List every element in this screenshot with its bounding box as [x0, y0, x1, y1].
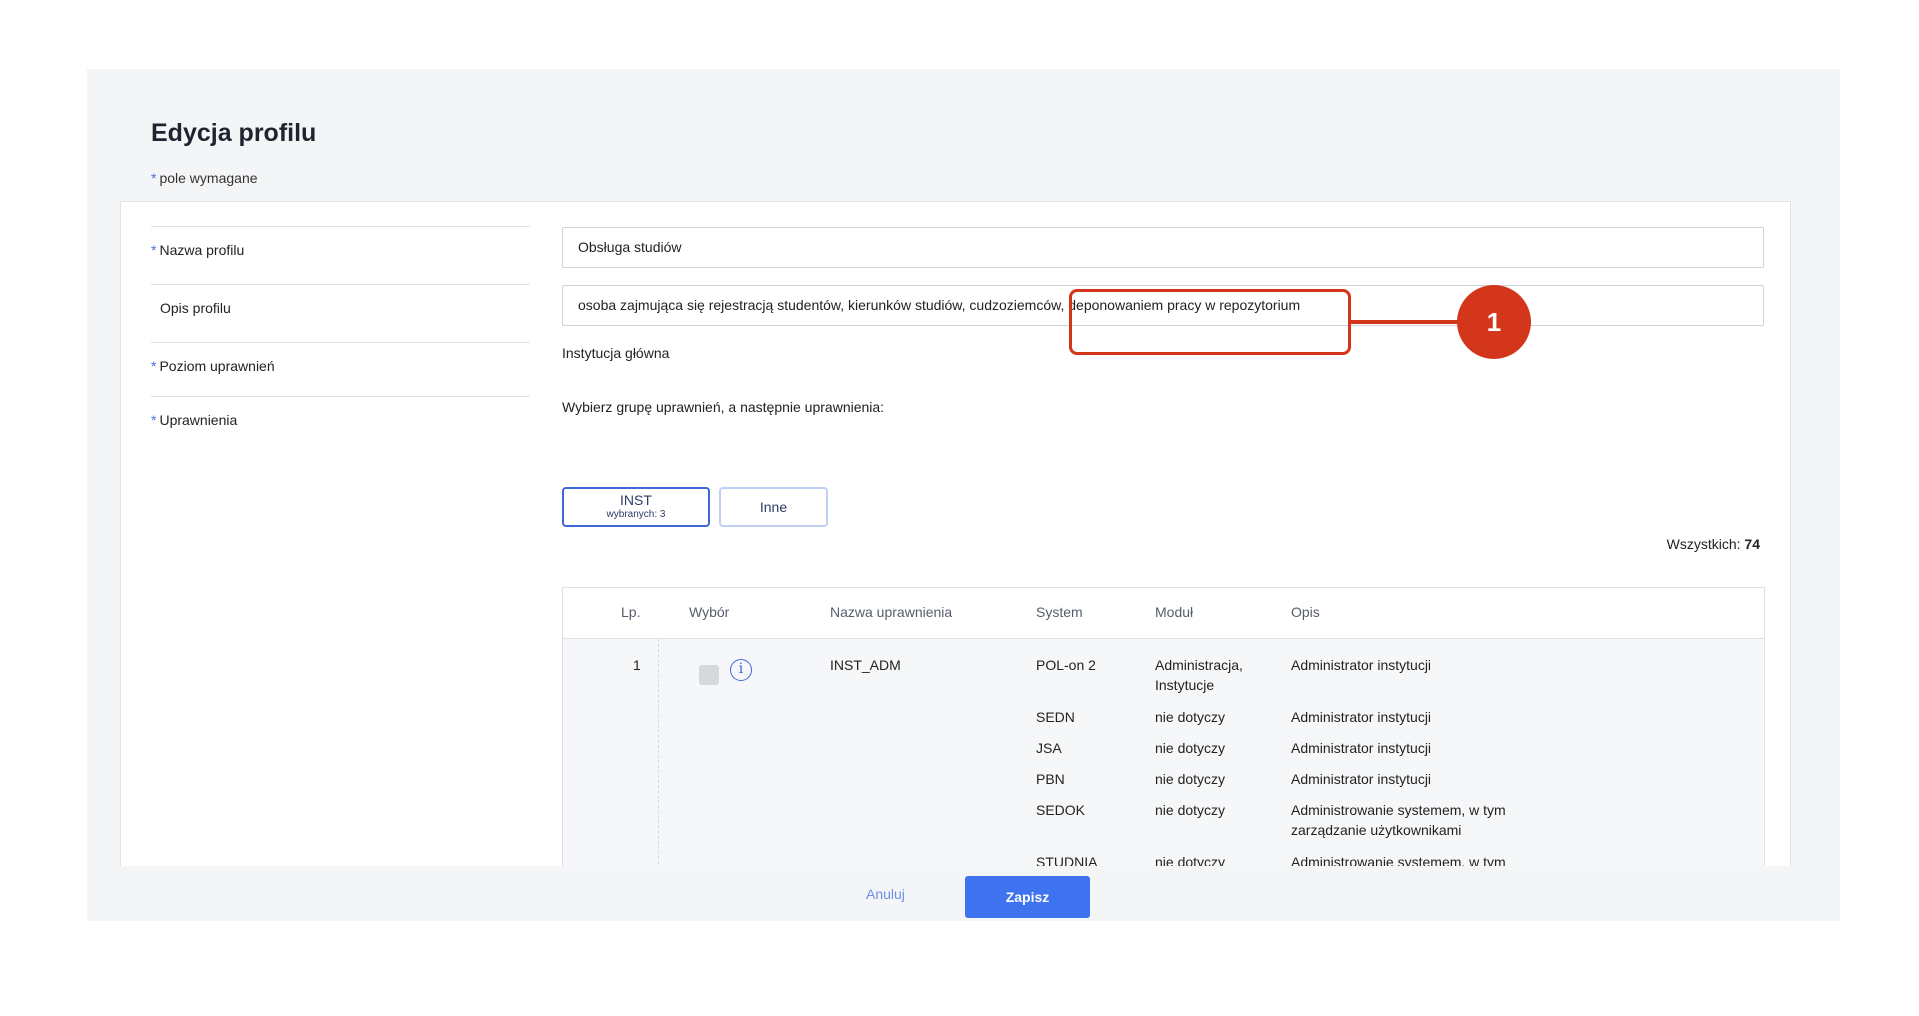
save-button[interactable]: Zapisz — [965, 876, 1090, 918]
info-icon[interactable]: i — [730, 659, 752, 681]
col-description: Opis — [1291, 604, 1320, 620]
permission-level-label: Poziom uprawnień — [159, 358, 275, 374]
col-permission-name: Nazwa uprawnienia — [830, 604, 953, 620]
permission-level-value: Instytucja główna — [562, 345, 670, 361]
row-system: PBN — [1036, 771, 1065, 787]
group-inst-selected-count: wybranych: 3 — [606, 509, 666, 520]
col-module: Moduł — [1155, 604, 1194, 620]
row-description: Administrowanie systemem, w tym zarządza… — [1291, 802, 1506, 838]
required-marker: * — [151, 358, 157, 374]
row-description: Administrowanie systemem, w tym — [1291, 854, 1506, 866]
row-description: Administrator instytucji — [1291, 771, 1432, 787]
row-module: nie dotyczy — [1155, 709, 1226, 725]
table-row: 1 i INST_ADM POL-on 2 Administracja, Ins… — [563, 639, 1764, 866]
profile-name-label-row: * Nazwa profilu — [151, 226, 530, 284]
total-label: Wszystkich: — [1666, 536, 1741, 552]
permissions-table: Lp. Wybór Nazwa uprawnienia System Moduł… — [562, 587, 1765, 866]
group-inst-label: INST — [620, 492, 652, 508]
row-select-checkbox[interactable] — [699, 665, 719, 685]
total-count: Wszystkich: 74 — [1667, 536, 1760, 552]
row-system: POL-on 2 — [1036, 657, 1096, 673]
profile-name-input[interactable]: Obsługa studiów — [562, 227, 1764, 268]
annotation-connector — [1351, 320, 1460, 324]
row-description: Administrator instytucji — [1291, 740, 1432, 756]
col-lp: Lp. — [621, 604, 641, 620]
row-system: STUDNIA — [1036, 854, 1098, 866]
row-permission-name: INST_ADM — [830, 657, 901, 673]
cancel-button[interactable]: Anuluj — [866, 886, 905, 902]
required-marker: * — [151, 170, 157, 186]
annotation-badge: 1 — [1457, 285, 1531, 359]
group-inne-label: Inne — [759, 499, 788, 515]
annotation-highlight — [1069, 289, 1351, 355]
edit-profile-panel: Edycja profilu * pole wymagane * Nazwa pro… — [87, 69, 1840, 921]
row-module: nie dotyczy — [1155, 854, 1226, 866]
permissions-label-row: * Uprawnienia — [151, 396, 530, 456]
row-system: SEDOK — [1036, 802, 1086, 818]
form-card: * Nazwa profilu Opis profilu * Poziom upra… — [120, 201, 1791, 866]
permissions-label: Uprawnienia — [159, 412, 238, 428]
row-description: Administrator instytucji — [1291, 657, 1432, 673]
group-inst-button[interactable]: INST wybranych: 3 — [562, 487, 710, 527]
required-note-text: pole wymagane — [159, 170, 258, 186]
permissions-hint: Wybierz grupę uprawnień, a następnie upr… — [562, 399, 885, 415]
table-header: Lp. Wybór Nazwa uprawnienia System Moduł… — [563, 588, 1764, 639]
total-value: 74 — [1744, 536, 1760, 552]
row-module: Administracja, Instytucje — [1155, 657, 1243, 693]
row-lp: 1 — [633, 657, 641, 673]
row-system: SEDN — [1036, 709, 1075, 725]
row-module: nie dotyczy — [1155, 771, 1226, 787]
group-inne-button[interactable]: Inne — [719, 487, 828, 527]
row-system: JSA — [1036, 740, 1062, 756]
row-module: nie dotyczy — [1155, 802, 1226, 818]
permission-level-label-row: * Poziom uprawnień — [151, 342, 530, 396]
required-marker: * — [151, 242, 157, 258]
required-note: * pole wymagane — [151, 170, 258, 186]
row-module: nie dotyczy — [1155, 740, 1226, 756]
profile-description-label: Opis profilu — [160, 300, 231, 316]
required-marker: * — [151, 412, 157, 428]
page-title: Edycja profilu — [151, 119, 317, 147]
profile-description-label-row: Opis profilu — [151, 284, 530, 342]
row-description: Administrator instytucji — [1291, 709, 1432, 725]
column-divider — [658, 639, 659, 866]
col-selection: Wybór — [689, 604, 730, 620]
col-system: System — [1036, 604, 1083, 620]
profile-name-label: Nazwa profilu — [159, 242, 245, 258]
